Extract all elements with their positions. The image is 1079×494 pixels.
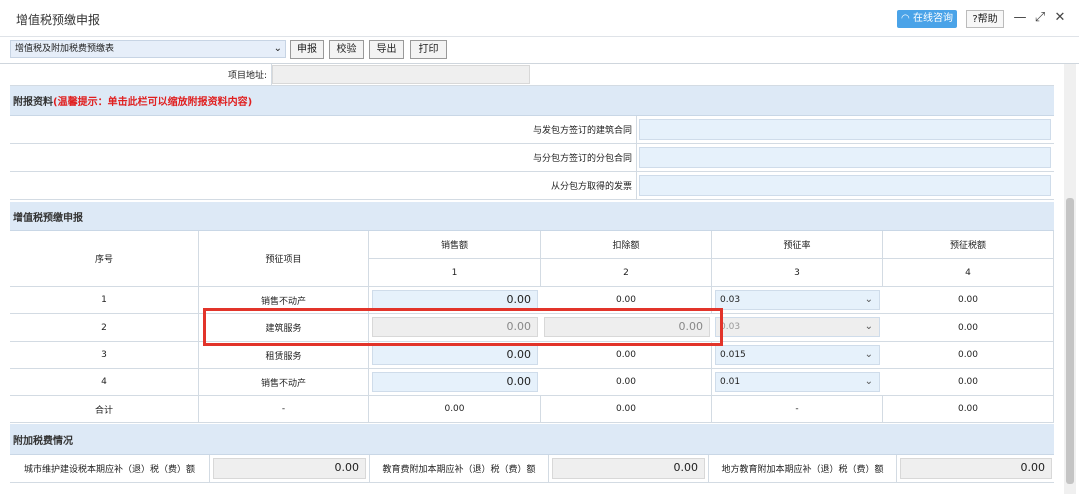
header-seq: 序号	[10, 231, 199, 286]
total-rate: -	[712, 396, 883, 422]
header-rate: 预征率	[712, 231, 883, 259]
project-address-label: 项目地址:	[10, 64, 272, 85]
rate-select-value: 0.03	[720, 295, 741, 305]
online-consult-label: 在线咨询	[912, 13, 953, 24]
export-button[interactable]: 导出	[369, 40, 404, 59]
row-seq: 1	[10, 287, 199, 313]
total-sales: 0.00	[369, 396, 541, 422]
report-select[interactable]: 增值税及附加税费预缴表 ⌄	[10, 40, 286, 58]
table-row: 4 销售不动产 0.00 0.00 0.01 ⌄ 0.00	[10, 369, 1054, 396]
table-row: 3 租赁服务 0.00 0.00 0.015 ⌄ 0.00	[10, 342, 1054, 369]
header-sales: 销售额	[369, 231, 541, 259]
total-label: 合计	[10, 396, 199, 422]
window-title: 增值税预缴申报	[16, 13, 101, 27]
chevron-down-icon: ⌄	[864, 349, 873, 360]
header-tax: 预征税额	[883, 231, 1054, 259]
surtax-input: 0.00	[213, 458, 366, 479]
surtax-label: 地方教育附加本期应补（退）税（费）额	[708, 455, 897, 482]
attachment-label: 与发包方签订的建筑合同	[10, 116, 637, 143]
total-item: -	[199, 396, 369, 422]
chevron-down-icon: ⌄	[864, 376, 873, 387]
attachment-row-2: 与分包方签订的分包合同	[10, 144, 1054, 172]
header-item: 预征项目	[199, 231, 369, 286]
chevron-down-icon: ⌄	[864, 294, 873, 305]
attachment-input[interactable]	[639, 147, 1051, 168]
sales-input[interactable]: 0.00	[372, 345, 538, 365]
print-button[interactable]: 打印	[410, 40, 447, 59]
rate-select[interactable]: 0.015 ⌄	[715, 345, 880, 365]
sales-input[interactable]: 0.00	[372, 372, 538, 392]
minimize-icon[interactable]: —	[1012, 10, 1028, 26]
declare-button[interactable]: 申报	[290, 40, 324, 59]
total-row: 合计 - 0.00 0.00 - 0.00	[10, 396, 1054, 423]
attachment-label: 从分包方取得的发票	[10, 172, 637, 199]
total-tax: 0.00	[883, 396, 1054, 422]
sales-input[interactable]: 0.00	[372, 290, 538, 310]
surtax-input: 0.00	[900, 458, 1052, 479]
report-select-value: 增值税及附加税费预缴表	[15, 44, 115, 54]
surtax-label: 教育费附加本期应补（退）税（费）额	[369, 455, 549, 482]
rate-select: 0.03 ⌄	[715, 317, 880, 337]
rate-select[interactable]: 0.03 ⌄	[715, 290, 880, 310]
rate-select[interactable]: 0.01 ⌄	[715, 372, 880, 392]
chevron-down-icon: ⌄	[273, 43, 282, 54]
project-address-row: 项目地址:	[10, 64, 1054, 86]
close-icon[interactable]: ✕	[1052, 10, 1068, 26]
project-address-input[interactable]	[272, 65, 530, 84]
row-seq: 3	[10, 342, 199, 368]
verify-button[interactable]: 校验	[329, 40, 364, 59]
row-seq: 4	[10, 369, 199, 395]
header-deduct: 扣除额	[541, 231, 712, 259]
surtax-label: 城市维护建设税本期应补（退）税（费）额	[10, 455, 210, 482]
attachments-hint: (温馨提示：单击此栏可以缩放附报资料内容)	[53, 97, 253, 108]
form-content: 项目地址: 附报资料 (温馨提示：单击此栏可以缩放附报资料内容) 与发包方签订的…	[10, 64, 1054, 494]
attachments-section-header[interactable]: 附报资料 (温馨提示：单击此栏可以缩放附报资料内容)	[10, 86, 1054, 116]
toolbar: 增值税及附加税费预缴表 ⌄ 申报 校验 导出 打印	[0, 37, 1079, 64]
rate-select-value: 0.015	[720, 350, 746, 360]
header-colnum: 3	[712, 259, 883, 287]
attachments-title: 附报资料	[13, 97, 53, 108]
tax-value: 0.00	[883, 342, 1054, 368]
attachment-input[interactable]	[639, 119, 1051, 140]
surtax-section-header: 附加税费情况	[10, 424, 1054, 455]
surtax-input: 0.00	[552, 458, 705, 479]
row-seq: 2	[10, 314, 199, 341]
total-deduct: 0.00	[541, 396, 712, 422]
attachment-row-3: 从分包方取得的发票	[10, 172, 1054, 200]
attachment-row-1: 与发包方签订的建筑合同	[10, 116, 1054, 144]
maximize-icon[interactable]: ⤢	[1032, 10, 1048, 26]
tax-value: 0.00	[883, 287, 1054, 313]
vat-section-header: 增值税预缴申报	[10, 202, 1054, 231]
deduct-value: 0.00	[541, 369, 712, 395]
rate-select-value: 0.03	[720, 322, 741, 332]
surtax-row: 城市维护建设税本期应补（退）税（费）额 0.00 教育费附加本期应补（退）税（费…	[10, 455, 1054, 483]
tax-value: 0.00	[883, 314, 1054, 341]
header-colnum: 4	[883, 259, 1054, 287]
online-consult-button[interactable]: ◠ 在线咨询	[897, 10, 957, 28]
highlight-box	[203, 308, 723, 346]
vat-section-title: 增值税预缴申报	[13, 212, 83, 224]
help-button[interactable]: ?帮助	[966, 10, 1004, 28]
header-colnum: 1	[369, 259, 541, 287]
attachment-label: 与分包方签订的分包合同	[10, 144, 637, 171]
attachment-input[interactable]	[639, 175, 1051, 196]
chevron-down-icon: ⌄	[864, 321, 873, 332]
rate-select-value: 0.01	[720, 377, 741, 387]
vertical-scrollbar[interactable]	[1064, 64, 1076, 494]
vat-table-header: 序号 预征项目 销售额 扣除额 预征率 预征税额 1 2 3 4	[10, 231, 1054, 287]
header-colnum: 2	[541, 259, 712, 287]
scrollbar-thumb[interactable]	[1066, 198, 1074, 484]
title-bar: 增值税预缴申报 ◠ 在线咨询 ?帮助 — ⤢ ✕	[0, 0, 1079, 37]
row-item: 销售不动产	[199, 369, 369, 395]
surtax-section-title: 附加税费情况	[13, 435, 73, 447]
tax-value: 0.00	[883, 369, 1054, 395]
headset-icon: ◠	[901, 13, 910, 24]
